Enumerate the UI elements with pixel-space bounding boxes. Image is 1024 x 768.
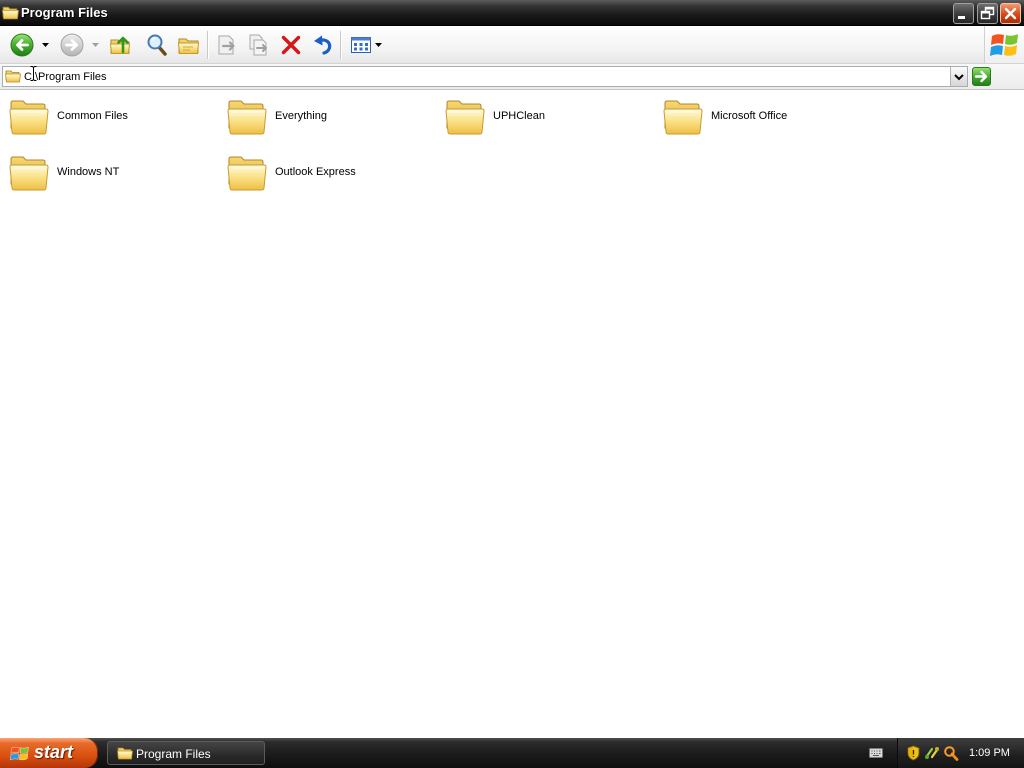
window-title: Program Files [21, 5, 108, 20]
chevron-down-icon [375, 43, 382, 47]
folder-icon [9, 154, 49, 192]
folder-icon [9, 98, 49, 136]
folder-icon [445, 98, 485, 136]
folder-name: Outlook Express [275, 166, 356, 178]
taskbar-button-label: Program Files [136, 747, 211, 761]
taskbar: start Program Files 1:09 PM [0, 738, 1024, 768]
chevron-down-icon [92, 43, 99, 47]
folder-item[interactable]: UPHClean [436, 89, 654, 145]
address-field[interactable] [2, 66, 968, 87]
minimize-button[interactable] [953, 3, 974, 24]
search-button[interactable] [145, 33, 169, 57]
windows-brand-area [984, 26, 1024, 63]
move-to-button[interactable] [215, 33, 239, 57]
start-button[interactable]: start [0, 738, 98, 768]
folder-icon [227, 154, 267, 192]
folder-item[interactable]: Microsoft Office [654, 89, 872, 145]
undo-button[interactable] [311, 33, 335, 57]
chevron-down-icon [42, 43, 49, 47]
forward-arrow-icon [60, 33, 84, 57]
network-icon[interactable] [924, 745, 940, 761]
up-folder-icon [109, 36, 131, 54]
taskbar-button-program-files[interactable]: Program Files [107, 741, 265, 765]
folder-grid: Common Files Everything UPHClean Microso… [0, 89, 1024, 201]
clock[interactable]: 1:09 PM [969, 747, 1010, 759]
restore-icon [980, 6, 995, 20]
toolbar-separator [207, 31, 209, 59]
keyboard-icon[interactable] [869, 748, 883, 758]
delete-button[interactable] [279, 33, 303, 57]
folder-icon [5, 69, 21, 83]
folder-name: Everything [275, 110, 327, 122]
system-tray: 1:09 PM [897, 738, 1024, 768]
up-button[interactable] [109, 33, 133, 57]
back-history-dropdown[interactable] [42, 43, 49, 47]
folder-icon[interactable] [2, 5, 19, 20]
folder-name: Common Files [57, 110, 128, 122]
address-dropdown-button[interactable] [950, 67, 967, 86]
folder-icon [227, 98, 267, 136]
search-icon[interactable] [943, 745, 959, 761]
start-label: start [34, 742, 74, 762]
delete-icon [281, 35, 301, 55]
back-button[interactable] [10, 33, 34, 57]
close-icon [1004, 7, 1017, 20]
chevron-down-icon [954, 74, 964, 81]
close-button[interactable] [1000, 3, 1021, 24]
text-cursor-icon [29, 65, 38, 82]
go-arrow-icon [972, 67, 991, 86]
move-to-icon [218, 35, 235, 55]
views-button[interactable] [349, 33, 373, 57]
toolbar-separator [340, 31, 342, 59]
minimize-icon [958, 16, 965, 19]
toolbar [0, 26, 1024, 64]
windows-logo-icon [990, 30, 1020, 60]
folder-icon [663, 98, 703, 136]
forward-button[interactable] [60, 33, 84, 57]
copy-to-button[interactable] [247, 33, 271, 57]
copy-to-icon [249, 34, 267, 56]
folders-button[interactable] [177, 33, 201, 57]
folder-icon [117, 746, 133, 760]
restore-button[interactable] [977, 3, 998, 24]
address-bar [0, 64, 1024, 90]
back-arrow-icon [10, 33, 34, 57]
folder-name: UPHClean [493, 110, 545, 122]
security-shield-icon[interactable] [907, 745, 920, 761]
folders-icon [177, 38, 200, 54]
folder-item[interactable]: Windows NT [0, 145, 218, 201]
folder-item[interactable]: Outlook Express [218, 145, 436, 201]
folder-item[interactable]: Common Files [0, 89, 218, 145]
folder-name: Microsoft Office [711, 110, 788, 122]
folder-item[interactable]: Everything [218, 89, 436, 145]
views-icon [351, 37, 371, 53]
title-bar[interactable]: Program Files [0, 0, 1024, 26]
address-input[interactable] [24, 68, 924, 85]
go-button[interactable] [972, 67, 991, 86]
search-icon [147, 34, 167, 56]
views-dropdown[interactable] [375, 43, 382, 47]
folder-name: Windows NT [57, 166, 120, 178]
undo-icon [314, 35, 332, 55]
forward-history-dropdown[interactable] [92, 43, 99, 47]
windows-flag-icon [10, 745, 30, 762]
